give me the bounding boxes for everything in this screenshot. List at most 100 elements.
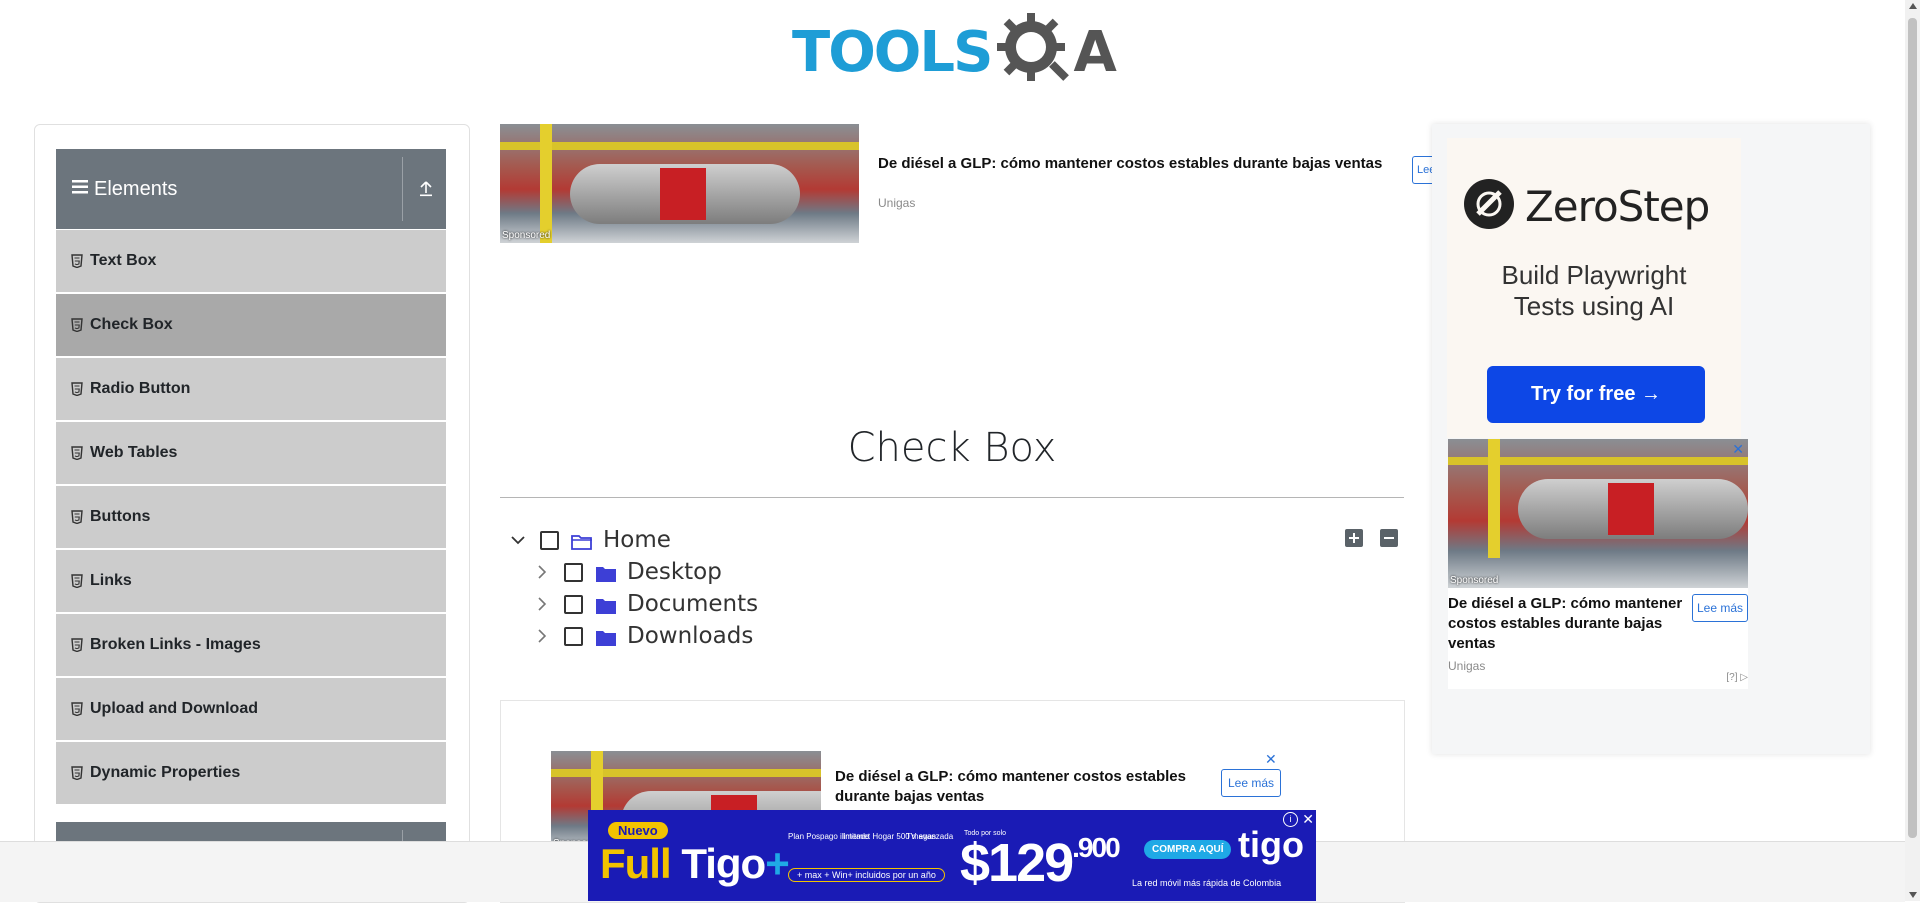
logo-text-a: A [1073, 20, 1116, 85]
tree-node-downloads: Downloads [532, 621, 753, 651]
right-native-ad[interactable]: Sponsored ✕ De diésel a GLP: cómo manten… [1448, 439, 1748, 689]
tree-node-desktop: Desktop [532, 557, 722, 587]
tigo-included: + max + Win+ incluidos por un año [788, 868, 945, 882]
html5-icon [71, 574, 83, 589]
top-native-ad[interactable]: Sponsored De diésel a GLP: cómo mantener… [500, 124, 1437, 244]
sidebar-item-label: Buttons [90, 508, 151, 525]
tree-label-home[interactable]: Home [603, 527, 671, 553]
tigo-badge: Nuevo [608, 822, 668, 839]
html5-icon [71, 510, 83, 525]
scroll-up-icon[interactable] [1909, 3, 1917, 9]
close-icon[interactable]: ✕ [1732, 441, 1744, 458]
sidebar-item-links[interactable]: Links [56, 550, 446, 612]
chevron-right-icon[interactable] [532, 562, 552, 582]
documents-checkbox[interactable] [564, 594, 583, 614]
zerostep-brand: ZeroStep [1463, 178, 1710, 235]
html5-icon [71, 702, 83, 717]
tree-label-downloads[interactable]: Downloads [627, 623, 753, 649]
chevron-down-icon[interactable] [508, 530, 528, 550]
zerostep-tagline: Build Playwright Tests using AI [1447, 260, 1741, 322]
adchoices-icon[interactable]: [?] ▷ [1726, 672, 1748, 683]
sidebar-item-label: Web Tables [90, 444, 178, 461]
html5-icon [71, 382, 83, 397]
tigo-price-main: $129 [960, 833, 1074, 893]
tigo-buy-button[interactable]: COMPRA AQUÍ [1144, 840, 1232, 859]
zerostep-ad[interactable]: ZeroStep Build Playwright Tests using AI… [1447, 138, 1741, 438]
try-free-button[interactable]: Try for free → [1487, 366, 1705, 423]
ad-advertiser: Unigas [878, 196, 916, 210]
folder-icon [595, 595, 617, 614]
chevron-right-icon[interactable] [532, 626, 552, 646]
ad-advertiser: Unigas [1448, 659, 1486, 673]
tigo-word: Tigo [681, 840, 766, 887]
sidebar-item-dynamic-properties[interactable]: Dynamic Properties [56, 742, 446, 804]
close-icon[interactable]: ✕ [1302, 811, 1314, 828]
sidebar-item-label: Check Box [90, 316, 173, 333]
folder-icon [595, 627, 617, 646]
tigo-price: $129.900 [960, 832, 1121, 894]
tree-label-documents[interactable]: Documents [627, 591, 758, 617]
sidebar-item-label: Upload and Download [90, 700, 258, 717]
scroll-thumb[interactable] [1908, 18, 1917, 838]
tigo-plus: + [765, 840, 790, 887]
sidebar-item-web-tables[interactable]: Web Tables [56, 422, 446, 484]
ad-cta-button[interactable]: Lee más [1692, 594, 1748, 622]
info-icon[interactable]: i [1283, 812, 1298, 827]
scroll-down-icon[interactable] [1909, 892, 1917, 898]
html5-icon [71, 254, 83, 269]
page-scrollbar[interactable] [1905, 0, 1920, 901]
sidebar-item-text-box[interactable]: Text Box [56, 230, 446, 292]
tigo-logo: tigo [1238, 824, 1304, 865]
sponsored-label: Sponsored [502, 230, 551, 241]
sidebar-item-radio-button[interactable]: Radio Button [56, 358, 446, 420]
html5-icon [71, 766, 83, 781]
sidebar-item-broken-links[interactable]: Broken Links - Images [56, 614, 446, 676]
zerostep-logo-icon [1463, 178, 1515, 235]
tagline-line2: Tests using AI [1513, 291, 1675, 321]
tigo-plan-tv: TV avanzada [906, 832, 954, 841]
sidebar-item-buttons[interactable]: Buttons [56, 486, 446, 548]
chevron-right-icon[interactable] [532, 594, 552, 614]
sidebar-item-label: Text Box [90, 252, 157, 269]
home-checkbox[interactable] [540, 530, 559, 550]
collapse-icon[interactable] [418, 179, 434, 202]
sidebar-item-upload-download[interactable]: Upload and Download [56, 678, 446, 740]
group-divider [402, 157, 403, 221]
page-title: Check Box [847, 425, 1057, 471]
sidebar-menu: Text Box Check Box Radio Button Web Tabl… [56, 230, 446, 806]
folder-open-icon [571, 531, 593, 550]
ad-headline[interactable]: De diésel a GLP: cómo mantener costos es… [878, 154, 1398, 174]
toolsqa-logo[interactable]: TOOLS A [792, 13, 1117, 90]
right-ad-panel: ZeroStep Build Playwright Tests using AI… [1432, 124, 1870, 754]
sidebar-group-elements[interactable]: Elements [56, 149, 446, 229]
html5-icon [71, 638, 83, 653]
tigo-headline: Full Tigo+ [600, 840, 790, 888]
ad-headline[interactable]: De diésel a GLP: cómo mantener costos es… [835, 767, 1215, 807]
collapse-all-button[interactable] [1380, 529, 1398, 547]
tagline-line1: Build Playwright [1501, 260, 1687, 290]
ad-headline[interactable]: De diésel a GLP: cómo mantener costos es… [1448, 594, 1688, 654]
tree-label-desktop[interactable]: Desktop [627, 559, 722, 585]
tree-node-home: Home [508, 525, 671, 555]
tigo-full: Full [600, 840, 672, 887]
expand-all-button[interactable] [1345, 529, 1363, 547]
close-icon[interactable]: ✕ [1265, 751, 1277, 768]
ad-image-boiler[interactable]: Sponsored [1448, 439, 1748, 588]
folder-icon [595, 563, 617, 582]
html5-icon [71, 318, 83, 333]
logo-text-tools: TOOLS [792, 20, 993, 85]
tree-node-documents: Documents [532, 589, 758, 619]
sidebar-item-check-box[interactable]: Check Box [56, 294, 446, 356]
tigo-tagline: La red móvil más rápida de Colombia [1132, 878, 1282, 888]
group-title: Elements [94, 177, 178, 200]
sidebar-item-label: Broken Links - Images [90, 636, 261, 653]
sidebar-item-label: Dynamic Properties [90, 764, 241, 781]
title-divider [500, 497, 1404, 498]
downloads-checkbox[interactable] [564, 626, 583, 646]
adchoices-label: [?] [1726, 672, 1738, 683]
tree-toolbar [1345, 529, 1398, 547]
ad-image-boiler[interactable]: Sponsored [500, 124, 859, 243]
ad-cta-button[interactable]: Lee más [1221, 769, 1281, 797]
tigo-sticky-ad[interactable]: Nuevo Full Tigo+ Plan Pospago ilimitado … [588, 810, 1316, 901]
desktop-checkbox[interactable] [564, 562, 583, 582]
